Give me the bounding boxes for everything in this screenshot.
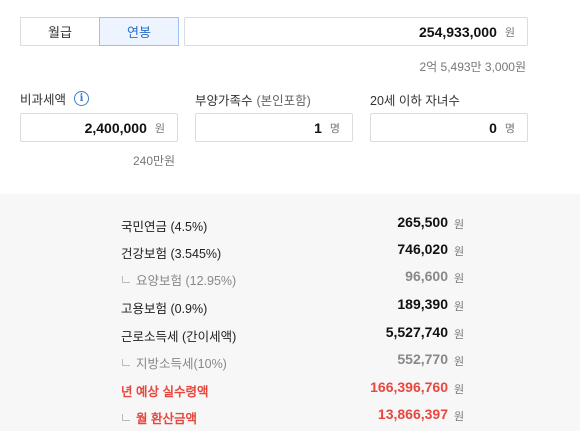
result-name-text: 요양보험 (12.95%)	[136, 274, 237, 288]
result-value: 265,500	[397, 214, 448, 230]
salary-input[interactable]: 254,933,000 원	[184, 17, 528, 46]
result-name: 근로소득세 (간이세액)	[121, 330, 237, 344]
result-value: 166,396,760	[370, 379, 448, 395]
result-value: 13,866,397	[377, 406, 448, 422]
nontax-value: 2,400,000	[84, 119, 147, 136]
result-name: 년 예상 실수령액	[121, 385, 209, 399]
result-row-pension: 국민연금 (4.5%) 265,500 원	[0, 214, 580, 234]
result-name: 지방소득세(10%)	[122, 353, 227, 372]
dependents-label-sub: (본인포함)	[256, 94, 311, 108]
result-unit: 원	[454, 273, 465, 285]
result-row-local-tax: 지방소득세(10%) 552,770 원	[0, 351, 580, 371]
dependents-label-text: 부양가족수	[195, 94, 253, 108]
branch-icon	[122, 276, 130, 283]
result-name-text: 지방소득세(10%)	[136, 357, 227, 371]
result-row-care: 요양보험 (12.95%) 96,600 원	[0, 268, 580, 288]
nontax-korean: 240만원	[133, 154, 176, 168]
result-row-annual-net: 년 예상 실수령액 166,396,760 원	[0, 379, 580, 399]
branch-icon	[122, 359, 130, 366]
children-unit: 명	[504, 122, 515, 135]
result-value: 96,600	[405, 268, 448, 284]
result-value: 552,770	[397, 351, 448, 367]
result-row-employment: 고용보험 (0.9%) 189,390 원	[0, 296, 580, 316]
branch-icon	[122, 414, 130, 421]
dependents-label: 부양가족수 (본인포함)	[195, 90, 311, 109]
result-unit: 원	[454, 329, 465, 341]
salary-unit: 원	[504, 26, 515, 39]
tab-monthly[interactable]: 월급	[20, 17, 100, 46]
nontax-label-text: 비과세액	[20, 93, 67, 107]
children-label-text: 20세 이하 자녀수	[370, 94, 460, 108]
result-row-health: 건강보험 (3.545%) 746,020 원	[0, 241, 580, 261]
result-name: 요양보험 (12.95%)	[122, 270, 236, 289]
dependents-value: 1	[314, 119, 322, 136]
result-name-text: 월 환산금액	[136, 412, 197, 426]
result-value: 5,527,740	[385, 324, 448, 340]
nontax-label: 비과세액 i	[20, 89, 90, 108]
tab-yearly[interactable]: 연봉	[99, 17, 179, 46]
result-unit: 원	[454, 219, 465, 231]
children-value: 0	[489, 119, 497, 136]
children-input[interactable]: 0 명	[370, 113, 528, 142]
result-value: 746,020	[397, 241, 448, 257]
salary-korean: 2억 5,493만 3,000원	[419, 60, 526, 74]
result-row-income-tax: 근로소득세 (간이세액) 5,527,740 원	[0, 324, 580, 344]
info-icon[interactable]: i	[74, 91, 90, 106]
result-name: 고용보험 (0.9%)	[121, 302, 208, 316]
result-name: 월 환산금액	[122, 408, 197, 427]
result-unit: 원	[454, 246, 465, 258]
salary-value: 254,933,000	[419, 23, 497, 40]
result-name: 건강보험 (3.545%)	[121, 247, 222, 261]
results-panel: 국민연금 (4.5%) 265,500 원 건강보험 (3.545%) 746,…	[0, 194, 580, 431]
result-value: 189,390	[397, 296, 448, 312]
result-unit: 원	[454, 411, 465, 423]
result-name: 국민연금 (4.5%)	[121, 220, 208, 234]
result-unit: 원	[454, 301, 465, 313]
dependents-unit: 명	[329, 122, 340, 135]
result-row-monthly-net: 월 환산금액 13,866,397 원	[0, 406, 580, 426]
children-label: 20세 이하 자녀수	[370, 90, 460, 109]
result-unit: 원	[454, 356, 465, 368]
result-unit: 원	[454, 384, 465, 396]
nontax-input[interactable]: 2,400,000 원	[20, 113, 178, 142]
dependents-input[interactable]: 1 명	[195, 113, 353, 142]
nontax-unit: 원	[154, 122, 165, 135]
